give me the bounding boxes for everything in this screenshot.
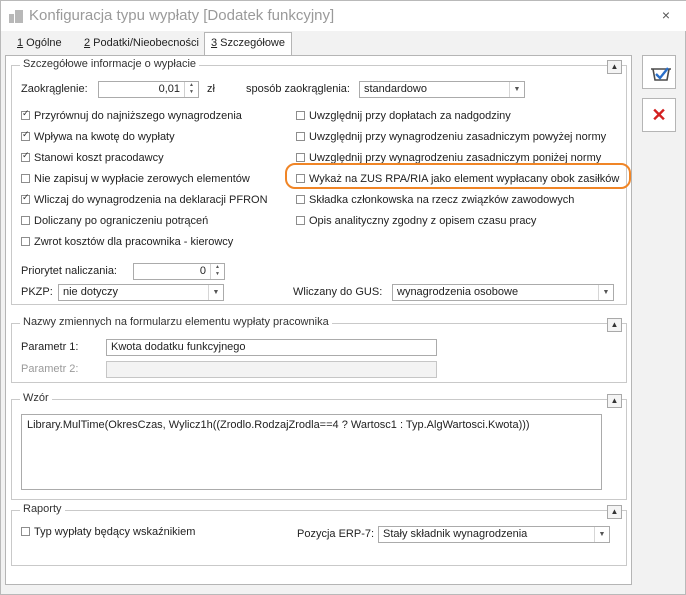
- erp-select[interactable]: Stały składnik wynagrodzenia ▼: [378, 526, 610, 543]
- chevron-down-icon: ▼: [208, 285, 223, 300]
- checkbox-employer-cost[interactable]: Stanowi koszt pracodawcy: [21, 150, 164, 168]
- tab-taxes[interactable]: 2 Podatki/Nieobecności: [78, 33, 205, 55]
- reports-group-title: Raporty: [20, 503, 65, 515]
- checkbox-box[interactable]: [21, 192, 30, 204]
- app-icon: [9, 10, 23, 23]
- param1-label: Parametr 1:: [21, 341, 79, 353]
- checkbox-box[interactable]: [296, 153, 305, 162]
- rounding-label: Zaokrąglenie:: [21, 83, 88, 95]
- checkbox-union-fee[interactable]: Składka członkowska na rzecz związków za…: [296, 194, 574, 210]
- checkbox-box[interactable]: [21, 150, 30, 162]
- checkbox-indicator[interactable]: Typ wypłaty będący wskaźnikiem: [21, 526, 195, 542]
- chevron-down-icon: ▼: [594, 527, 609, 542]
- checkbox-above-norm[interactable]: Uwzględnij przy wynagrodzeniu zasadniczy…: [296, 131, 606, 147]
- currency-label: zł: [207, 83, 215, 95]
- details-group: Szczegółowe informacje o wypłacie ▲ Zaok…: [11, 58, 631, 305]
- checkbox-lowest-wage[interactable]: Przyrównuj do najniższego wynagrodzenia: [21, 108, 242, 126]
- checkbox-box[interactable]: [21, 108, 30, 120]
- erp-label: Pozycja ERP-7:: [297, 528, 375, 540]
- checkbox-box[interactable]: [296, 111, 305, 120]
- priority-label: Priorytet naliczania:: [21, 265, 117, 277]
- window-title: Konfiguracja typu wypłaty [Dodatek funkc…: [29, 7, 335, 24]
- checkbox-box[interactable]: [296, 195, 305, 204]
- checkbox-box[interactable]: [21, 527, 30, 536]
- param1-input[interactable]: Kwota dodatku funkcyjnego: [106, 339, 437, 356]
- checkbox-box[interactable]: [21, 174, 30, 183]
- pkzp-label: PKZP:: [21, 286, 53, 298]
- priority-spinner[interactable]: ▲ ▼: [210, 264, 224, 279]
- checkbox-skip-zero[interactable]: Nie zapisuj w wypłacie zerowych elementó…: [21, 173, 250, 189]
- formula-group: Wzór ▲ Library.MulTime(OkresCzas, Wylicz…: [11, 392, 627, 500]
- tab-general[interactable]: 1 Ogólne: [11, 33, 68, 55]
- priority-input[interactable]: 0 ▲ ▼: [133, 263, 225, 280]
- chevron-down-icon: ▼: [509, 82, 524, 97]
- pkzp-select[interactable]: nie dotyczy ▼: [58, 284, 224, 301]
- save-button[interactable]: [642, 55, 676, 89]
- checkbox-after-deductions[interactable]: Doliczany po ograniczeniu potrąceń: [21, 215, 208, 231]
- rounding-spinner[interactable]: ▲ ▼: [184, 82, 198, 97]
- param2-label: Parametr 2:: [21, 363, 79, 375]
- cancel-button[interactable]: ✕: [642, 98, 676, 132]
- formula-group-title: Wzór: [20, 392, 52, 404]
- checkbox-analytic[interactable]: Opis analityczny zgodny z opisem czasu p…: [296, 215, 536, 231]
- checkbox-box[interactable]: [21, 237, 30, 246]
- formula-collapse-button[interactable]: ▲: [607, 394, 622, 408]
- reports-group: Raporty ▲ Typ wypłaty będący wskaźnikiem…: [11, 503, 627, 566]
- details-collapse-button[interactable]: ▲: [607, 60, 622, 74]
- rounding-input[interactable]: 0,01 ▲ ▼: [98, 81, 199, 98]
- details-group-title: Szczegółowe informacje o wypłacie: [20, 58, 200, 70]
- checkbox-pfron[interactable]: Wliczaj do wynagrodzenia na deklaracji P…: [21, 192, 268, 210]
- rounding-method-label: sposób zaokrąglenia:: [246, 83, 350, 95]
- rounding-method-select[interactable]: standardowo ▼: [359, 81, 525, 98]
- tab-details[interactable]: 3 Szczegółowe: [204, 32, 292, 56]
- param2-input[interactable]: [106, 361, 437, 378]
- tab-panel-details: Szczegółowe informacje o wypłacie ▲ Zaok…: [5, 55, 632, 585]
- gus-select[interactable]: wynagrodzenia osobowe ▼: [392, 284, 614, 301]
- variables-collapse-button[interactable]: ▲: [607, 318, 622, 332]
- checkbox-box[interactable]: [21, 216, 30, 225]
- formula-textarea[interactable]: Library.MulTime(OkresCzas, Wylicz1h((Zro…: [21, 414, 602, 490]
- highlight-annotation: [285, 163, 631, 189]
- checkbox-affects-payout[interactable]: Wpływa na kwotę do wypłaty: [21, 129, 175, 147]
- checkbox-overtime[interactable]: Uwzględnij przy dopłatach za nadgodziny: [296, 110, 511, 126]
- checkbox-box[interactable]: [296, 216, 305, 225]
- close-icon[interactable]: ×: [653, 4, 679, 26]
- checkbox-box[interactable]: [21, 129, 30, 141]
- cancel-icon: ✕: [651, 105, 667, 125]
- save-icon: [651, 67, 671, 81]
- dialog-window: Konfiguracja typu wypłaty [Dodatek funkc…: [0, 0, 686, 595]
- chevron-down-icon: ▼: [598, 285, 613, 300]
- variables-group-title: Nazwy zmiennych na formularzu elementu w…: [20, 316, 332, 328]
- reports-collapse-button[interactable]: ▲: [607, 505, 622, 519]
- title-bar: Konfiguracja typu wypłaty [Dodatek funkc…: [1, 1, 686, 31]
- checkbox-driver-refund[interactable]: Zwrot kosztów dla pracownika - kierowcy: [21, 236, 233, 252]
- checkbox-box[interactable]: [296, 132, 305, 141]
- variables-group: Nazwy zmiennych na formularzu elementu w…: [11, 316, 627, 383]
- gus-label: Wliczany do GUS:: [293, 286, 383, 298]
